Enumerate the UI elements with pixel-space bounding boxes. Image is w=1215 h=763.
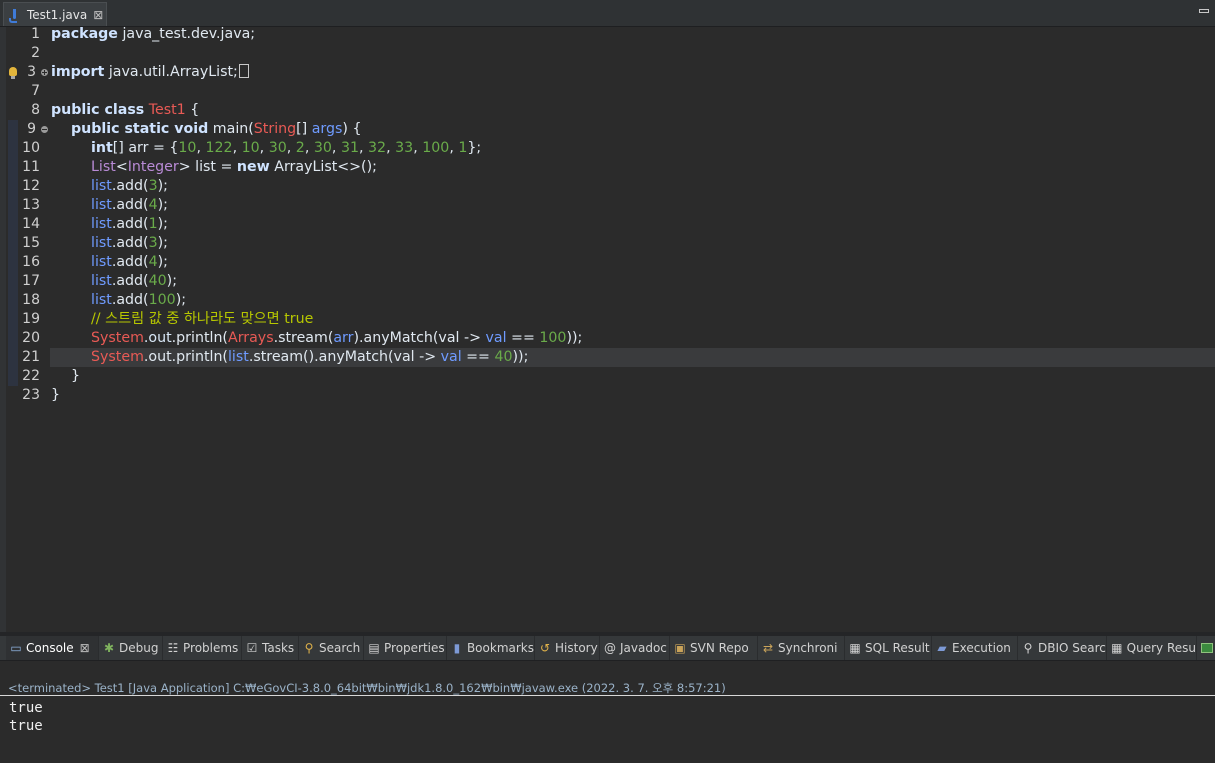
- tab-query-result[interactable]: ▦ Query Resu: [1107, 636, 1197, 660]
- tab-tasks[interactable]: ☑ Tasks: [242, 636, 299, 660]
- line-number: 20: [22, 330, 40, 346]
- view-tab-bar: ▭ Console ⊠ ✱ Debug ☷ Problems ☑ Tasks ⚲ Searc…: [0, 636, 1215, 661]
- tab-problems[interactable]: ☷ Problems: [163, 636, 242, 660]
- tasks-icon: ☑: [246, 641, 258, 655]
- tab-synchronize[interactable]: ⇄ Synchroni: [758, 636, 845, 660]
- tab-properties[interactable]: ▤ Properties: [364, 636, 447, 660]
- line-number: 23: [22, 387, 40, 403]
- code-line-20: System.out.println(Arrays.stream(arr).an…: [91, 330, 583, 346]
- sql-result-icon: ▦: [849, 641, 861, 655]
- code-line-14: list.add(1);: [91, 216, 168, 232]
- line-number: 17: [22, 273, 40, 289]
- console-toolbar: [0, 661, 1215, 681]
- bookmark-icon: ▮: [453, 641, 461, 655]
- quick-fix-lightbulb-icon[interactable]: [9, 67, 17, 79]
- synchronize-icon: ⇄: [762, 641, 774, 655]
- code-line-13: list.add(4);: [91, 197, 168, 213]
- line-number: 7: [31, 83, 40, 99]
- tab-bookmarks[interactable]: ▮ Bookmarks: [447, 636, 535, 660]
- minimize-icon[interactable]: [1199, 9, 1209, 13]
- line-number: 18: [22, 292, 40, 308]
- editor-tab-bar: Test1.java ⊠: [0, 0, 1215, 27]
- view-overflow-icon[interactable]: [1201, 643, 1213, 653]
- tab-label: Test1.java: [27, 7, 88, 22]
- line-number: 19: [22, 311, 40, 327]
- line-number: 13: [22, 197, 40, 213]
- line-number: 11: [22, 159, 40, 175]
- code-line-21: System.out.println(list.stream().anyMatc…: [91, 349, 529, 365]
- console-icon: ▭: [10, 641, 22, 655]
- tab-history[interactable]: ↺ History: [535, 636, 600, 660]
- tab-svn-repo[interactable]: ▣ SVN Repo: [670, 636, 758, 660]
- line-number: 12: [22, 178, 40, 194]
- code-editor[interactable]: 1 2 3 7 8 9 10 11 12 13 14 15 16 17 18 1…: [0, 26, 1215, 632]
- code-line-17: list.add(40);: [91, 273, 177, 289]
- close-icon[interactable]: ⊠: [80, 641, 90, 655]
- dbio-search-icon: ⚲: [1023, 641, 1033, 655]
- line-number: 8: [31, 102, 40, 118]
- execution-icon: ▰: [937, 641, 947, 655]
- code-line-18: list.add(100);: [91, 292, 187, 308]
- tab-javadoc[interactable]: @ Javadoc: [600, 636, 670, 660]
- code-line-23: }: [51, 387, 61, 403]
- svn-repo-icon: ▣: [674, 641, 686, 655]
- history-icon: ↺: [539, 641, 551, 655]
- line-number: 2: [31, 45, 40, 61]
- line-number: 1: [31, 26, 40, 42]
- folded-imports-icon[interactable]: [238, 64, 249, 78]
- tab-test1-java[interactable]: Test1.java ⊠: [3, 2, 107, 26]
- problems-icon: ☷: [167, 641, 179, 655]
- line-number-gutter: 1 2 3 7 8 9 10 11 12 13 14 15 16 17 18 1…: [0, 26, 48, 632]
- tab-sql-result[interactable]: ▦ SQL Result: [845, 636, 932, 660]
- code-line-9: public static void main(String[] args) {: [71, 121, 362, 137]
- tab-console[interactable]: ▭ Console ⊠: [6, 636, 99, 660]
- line-number: 3: [27, 64, 36, 80]
- bug-icon: ✱: [103, 641, 115, 655]
- close-tab-icon[interactable]: ⊠: [93, 8, 103, 22]
- code-line-22: }: [71, 368, 81, 384]
- line-number: 14: [22, 216, 40, 232]
- code-line-19-comment: // 스트림 값 중 하나라도 맞으면 true: [91, 311, 314, 327]
- search-icon: ⚲: [304, 641, 314, 655]
- console-output[interactable]: true true: [0, 697, 1215, 763]
- line-number: 15: [22, 235, 40, 251]
- code-line-11: List<Integer> list = new ArrayList<>();: [91, 159, 377, 175]
- code-line-3: import java.util.ArrayList;: [51, 63, 249, 82]
- tab-debug[interactable]: ✱ Debug: [99, 636, 163, 660]
- console-output-line: true: [9, 700, 43, 716]
- line-number: 10: [22, 140, 40, 156]
- line-number: 9: [27, 121, 36, 137]
- code-line-1: package java_test.dev.java;: [51, 26, 256, 42]
- line-number: 21: [22, 349, 40, 365]
- code-line-8: public class Test1 {: [51, 102, 200, 118]
- code-line-16: list.add(4);: [91, 254, 168, 270]
- line-number: 22: [22, 368, 40, 384]
- tab-search[interactable]: ⚲ Search: [299, 636, 364, 660]
- code-line-12: list.add(3);: [91, 178, 168, 194]
- code-line-10: int[] arr = {10, 122, 10, 30, 2, 30, 31,…: [91, 140, 482, 156]
- properties-icon: ▤: [368, 641, 380, 655]
- console-output-line: true: [9, 718, 43, 734]
- java-file-icon: [9, 8, 21, 23]
- javadoc-icon: @: [604, 641, 616, 655]
- console-process-label: <terminated> Test1 [Java Application] C:…: [0, 681, 1215, 696]
- query-result-icon: ▦: [1111, 641, 1123, 655]
- tab-execution[interactable]: ▰ Execution: [932, 636, 1018, 660]
- line-number: 16: [22, 254, 40, 270]
- code-line-15: list.add(3);: [91, 235, 168, 251]
- tab-dbio-search[interactable]: ⚲ DBIO Searc: [1018, 636, 1107, 660]
- expand-fold-icon[interactable]: [41, 69, 48, 76]
- collapse-fold-icon[interactable]: [41, 126, 48, 133]
